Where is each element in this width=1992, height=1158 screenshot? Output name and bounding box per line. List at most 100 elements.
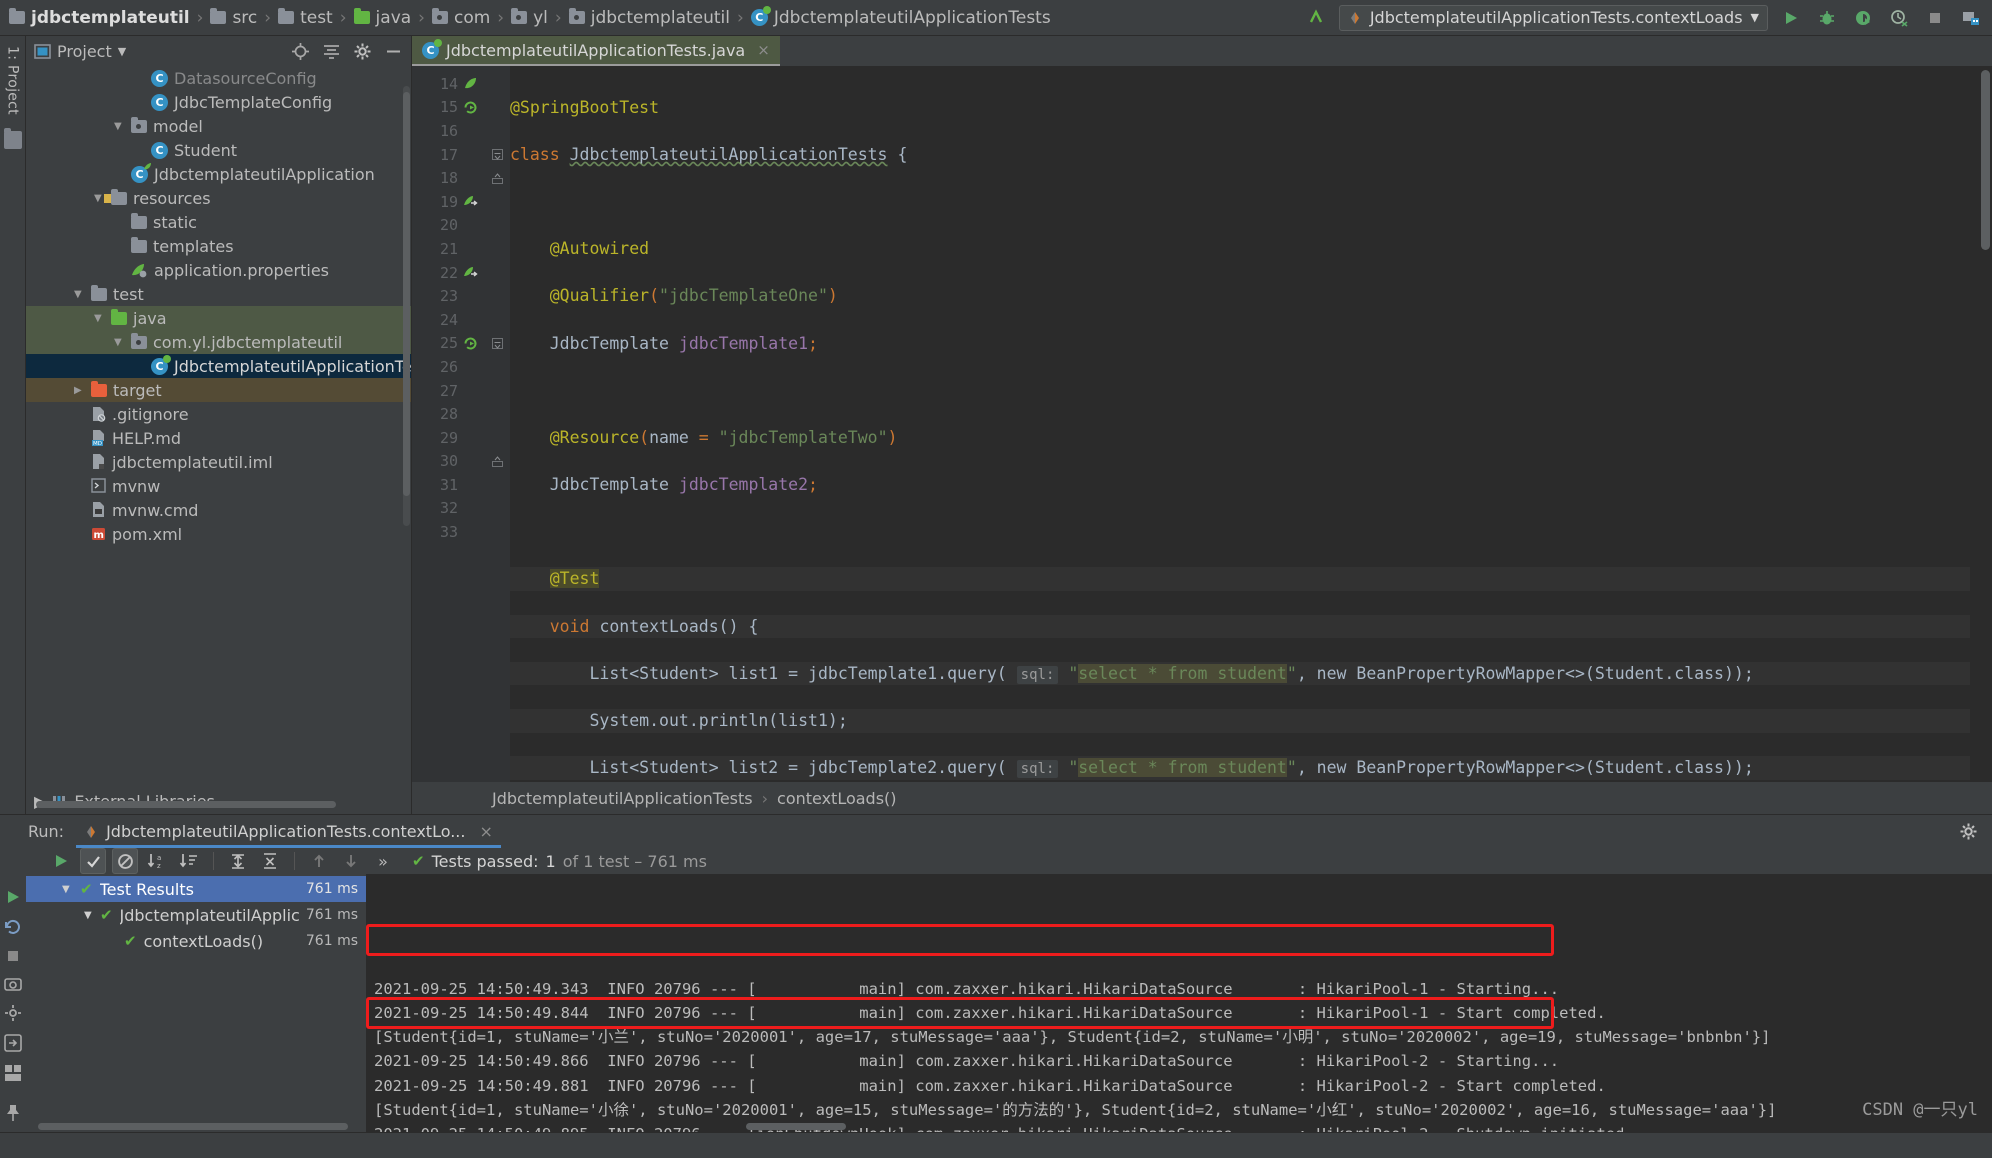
line-number-22[interactable]: 22: [412, 261, 484, 285]
test-results-tree[interactable]: ▼ ✔ Test Results 761 ms ▼ ✔ JdbctemplateutilAp…: [26, 874, 366, 1132]
run-icon[interactable]: [4, 888, 22, 906]
run-test-icon[interactable]: [463, 336, 478, 351]
line-number-32[interactable]: 32: [412, 497, 484, 521]
fold-gutter[interactable]: [484, 66, 510, 782]
twisty-icon[interactable]: ▼: [84, 910, 93, 921]
collapse-all-icon[interactable]: [322, 42, 341, 61]
gear-icon[interactable]: [1959, 822, 1978, 841]
sidebar-item-project[interactable]: 1: Project: [5, 42, 21, 119]
line-number-29[interactable]: 29: [412, 426, 484, 450]
fold-marker[interactable]: [484, 166, 510, 190]
project-scrollbar[interactable]: [403, 86, 410, 526]
test-tree-item[interactable]: ▼ ✔ Test Results 761 ms: [26, 876, 366, 902]
tree-item-java[interactable]: ▼ java: [26, 306, 411, 330]
breadcrumb-item-package[interactable]: jdbctemplateutil: [566, 8, 733, 28]
bean-nav-icon[interactable]: [463, 265, 478, 280]
fold-marker[interactable]: [484, 332, 510, 356]
twisty-icon[interactable]: ▼: [62, 884, 73, 895]
screenshot-icon[interactable]: [4, 976, 22, 992]
run-test-icon[interactable]: [463, 100, 478, 115]
line-number-26[interactable]: 26: [412, 355, 484, 379]
breadcrumb-item-com[interactable]: com: [429, 8, 493, 28]
tree-item-static[interactable]: static: [26, 210, 411, 234]
sort-duration-button[interactable]: [176, 848, 202, 874]
editor-scrollbar[interactable]: [1981, 70, 1990, 250]
fold-marker[interactable]: [484, 143, 510, 167]
prev-failed-icon[interactable]: [306, 848, 332, 874]
line-number-17[interactable]: 17: [412, 143, 484, 167]
line-number-33[interactable]: 33: [412, 520, 484, 544]
twisty-icon[interactable]: ▼: [94, 313, 105, 324]
tree-item-com-yl-jdbctemplateutil[interactable]: ▼ com.yl.jdbctemplateutil: [26, 330, 411, 354]
line-number-20[interactable]: 20: [412, 214, 484, 238]
breadcrumb-item-class[interactable]: C JdbctemplateutilApplicationTests: [748, 6, 1054, 28]
line-number-25[interactable]: 25: [412, 332, 484, 356]
code-editor[interactable]: 14 15 16 17 18 19 20 21 22 23 24 25 26 27 28 29 30 31 32 33…: [412, 66, 1992, 782]
twisty-icon[interactable]: ▼: [74, 289, 85, 300]
settings-icon[interactable]: [353, 42, 372, 61]
breadcrumb-item-java[interactable]: java: [351, 8, 415, 28]
console-scrollbar[interactable]: [746, 1123, 846, 1130]
test-tree-item[interactable]: ▼ ✔ JdbctemplateutilApplication 761 ms: [26, 902, 366, 928]
pin-icon[interactable]: [4, 1104, 22, 1122]
tree-item-application-properties[interactable]: application.properties: [26, 258, 411, 282]
line-number-gutter[interactable]: 14 15 16 17 18 19 20 21 22 23 24 25 26 27 28 29 30 31 32 33: [412, 66, 484, 782]
more-icon[interactable]: »: [370, 848, 396, 874]
layout-icon[interactable]: [4, 1064, 22, 1082]
settings-icon[interactable]: [4, 1004, 22, 1022]
next-failed-icon[interactable]: [338, 848, 364, 874]
line-number-31[interactable]: 31: [412, 473, 484, 497]
line-number-18[interactable]: 18: [412, 166, 484, 190]
stop-icon[interactable]: [5, 948, 21, 964]
tree-item-templates[interactable]: templates: [26, 234, 411, 258]
breadcrumb-item-src[interactable]: src: [207, 8, 260, 28]
tree-item-target[interactable]: ▶ target: [26, 378, 411, 402]
bean-nav-icon[interactable]: [463, 194, 478, 209]
tree-item-jdbctemplateconfig[interactable]: C JdbcTemplateConfig: [26, 90, 411, 114]
tree-item-mvnw-cmd[interactable]: mvnw.cmd: [26, 498, 411, 522]
line-number-30[interactable]: 30: [412, 450, 484, 474]
line-number-24[interactable]: 24: [412, 308, 484, 332]
hide-ignored-button[interactable]: [112, 848, 138, 874]
sort-alphabetically-button[interactable]: az: [144, 848, 170, 874]
twisty-icon[interactable]: ▼: [114, 337, 125, 348]
close-icon[interactable]: ×: [757, 41, 770, 59]
tests-tree-scrollbar[interactable]: [38, 1123, 348, 1130]
test-tree-item[interactable]: ✔ contextLoads() 761 ms: [26, 928, 366, 954]
project-tree[interactable]: C DatasourceConfig C JdbcTemplateConfig ▼ mod…: [26, 66, 411, 788]
tree-item-gitignore[interactable]: .gitignore: [26, 402, 411, 426]
device-manager-icon[interactable]: [1958, 5, 1984, 31]
line-number-19[interactable]: 19: [412, 190, 484, 214]
tree-item-jdbctemplateutilapplicationtests[interactable]: C JdbctemplateutilApplicationTests: [26, 354, 411, 378]
line-number-21[interactable]: 21: [412, 237, 484, 261]
tree-item-datasourceconfig[interactable]: C DatasourceConfig: [26, 66, 411, 90]
expand-all-button[interactable]: [225, 848, 251, 874]
profile-icon[interactable]: [1886, 5, 1912, 31]
locate-icon[interactable]: [291, 42, 310, 61]
close-icon[interactable]: ×: [479, 822, 492, 841]
breadcrumb-item-test[interactable]: test: [275, 8, 336, 28]
tree-item-model[interactable]: ▼ model: [26, 114, 411, 138]
line-number-23[interactable]: 23: [412, 284, 484, 308]
fold-marker[interactable]: [484, 450, 510, 474]
line-number-16[interactable]: 16: [412, 119, 484, 143]
build-icon[interactable]: [1303, 5, 1329, 31]
run-tab[interactable]: JdbctemplateutilApplicationTests.context…: [76, 815, 501, 848]
breadcrumb-item-yl[interactable]: yl: [508, 8, 551, 28]
rerun-icon[interactable]: [4, 918, 22, 936]
breadcrumb-method[interactable]: contextLoads(): [777, 789, 897, 808]
line-number-28[interactable]: 28: [412, 402, 484, 426]
line-number-15[interactable]: 15: [412, 96, 484, 120]
stop-icon[interactable]: [1922, 5, 1948, 31]
breadcrumb-class[interactable]: JdbctemplateutilApplicationTests: [492, 789, 753, 808]
run-configuration-selector[interactable]: JdbctemplateutilApplicationTests.context…: [1338, 4, 1768, 31]
tree-item-resources[interactable]: ▼ resources: [26, 186, 411, 210]
tree-item-mvnw[interactable]: mvnw: [26, 474, 411, 498]
tree-item-help-md[interactable]: MD HELP.md: [26, 426, 411, 450]
tree-item-pom-xml[interactable]: m pom.xml: [26, 522, 411, 546]
chevron-down-icon[interactable]: ▼: [118, 45, 126, 58]
line-number-27[interactable]: 27: [412, 379, 484, 403]
twisty-icon[interactable]: ▼: [114, 121, 125, 132]
collapse-all-button[interactable]: [257, 848, 283, 874]
run-icon[interactable]: [1778, 5, 1804, 31]
